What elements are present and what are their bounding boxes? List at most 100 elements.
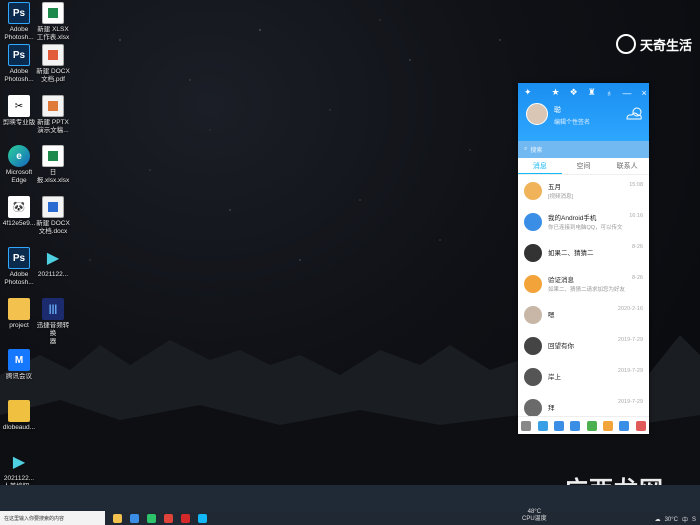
cloud-icon[interactable] bbox=[619, 420, 630, 431]
qq-taskbar-icon[interactable] bbox=[198, 513, 207, 523]
qq-main-panel: ✦ ★ ❖ ♜ ♁ — × 聪 编辑个性签名 ⌕ 搜索 消息 空间 联系人 五月 [视… bbox=[518, 83, 649, 434]
apps-icon[interactable] bbox=[635, 420, 646, 431]
close-button[interactable]: × bbox=[642, 88, 647, 98]
people-icon[interactable] bbox=[537, 420, 548, 431]
skin-icon[interactable]: ❖ bbox=[570, 87, 578, 98]
ppt-icon bbox=[42, 95, 64, 117]
chat-preview: [视频消息] bbox=[548, 194, 574, 200]
desktop-icon[interactable]: 新建 PPTX 演示文稿... bbox=[36, 95, 70, 135]
list-item[interactable]: 我的Android手机 你已连接到电脑QQ，可以传文件 16:16 bbox=[518, 206, 649, 237]
wps-icon[interactable] bbox=[181, 513, 190, 523]
desktop-icon-label: dlobeaud... bbox=[2, 424, 36, 431]
avatar bbox=[524, 181, 542, 200]
tab-space[interactable]: 空间 bbox=[562, 158, 606, 174]
game-icon[interactable] bbox=[586, 420, 597, 431]
desktop-icon[interactable]: project bbox=[2, 298, 36, 330]
avatar[interactable] bbox=[526, 103, 548, 125]
globe-icon[interactable]: ♁ bbox=[606, 88, 613, 98]
weather-text: CPU温度 bbox=[522, 516, 547, 522]
tab-contacts[interactable]: 联系人 bbox=[605, 158, 649, 174]
taskbar-search-input[interactable]: 在这里输入你要搜索的内容 bbox=[0, 511, 105, 525]
list-item[interactable]: 五月 [视频消息] 15:08 bbox=[518, 175, 649, 206]
desktop-icon[interactable]: Ps Adobe Photosh... bbox=[2, 247, 36, 287]
list-item[interactable]: 验证消息 如果二、猜猜二请求加您为好友 8-26 bbox=[518, 268, 649, 299]
desktop-icon[interactable]: 新建 XLSX 工作表.xlsx bbox=[36, 2, 70, 42]
ps-icon: Ps bbox=[8, 2, 30, 24]
chat-time: 8-26 bbox=[631, 275, 643, 281]
desktop-icon-label: 4f12e5e9... bbox=[2, 220, 36, 227]
weather-cloud-icon[interactable] bbox=[625, 107, 643, 121]
desktop-icon-label: 迅捷音频转换 器 bbox=[36, 322, 70, 345]
avatar bbox=[524, 243, 542, 262]
avatar bbox=[524, 274, 542, 293]
taskbar: 在这里输入你要搜索的内容 48°C CPU温度 ☁ 30°C 中 S bbox=[0, 485, 700, 525]
desktop-icon[interactable]: 新建 DOCX 文档.pdf bbox=[36, 44, 70, 84]
menu-icon[interactable] bbox=[521, 420, 532, 431]
profile-signature[interactable]: 编辑个性签名 bbox=[554, 117, 590, 126]
friend-icon[interactable] bbox=[570, 420, 581, 431]
desktop-icon[interactable]: M 腾讯会议 bbox=[2, 349, 36, 381]
desktop-icon[interactable]: Ps Adobe Photosh... bbox=[2, 44, 36, 84]
desktop-icon[interactable]: ||| 迅捷音频转换 器 bbox=[36, 298, 70, 346]
bag-icon[interactable]: ♜ bbox=[588, 87, 596, 98]
avatar bbox=[524, 336, 542, 355]
desktop-icon-label: Adobe Photosh... bbox=[4, 271, 34, 286]
audio-icon: ||| bbox=[42, 298, 64, 320]
chat-name: 我的Android手机 bbox=[548, 215, 597, 222]
chat-list: 五月 [视频消息] 15:08 我的Android手机 你已连接到电脑QQ，可以传文件 1… bbox=[518, 175, 649, 416]
desktop-icon[interactable]: 日报.xlsx.xlsx bbox=[36, 145, 70, 185]
wechat-icon[interactable] bbox=[147, 513, 156, 523]
file-icon[interactable] bbox=[553, 420, 564, 431]
desktop-icon[interactable]: 🐼 4f12e5e9... bbox=[2, 196, 36, 228]
pdf-icon bbox=[42, 44, 64, 66]
chat-name: 岸上 bbox=[548, 374, 561, 381]
desktop-icon[interactable]: ✂ 剪映专业版 bbox=[2, 95, 36, 127]
search-icon: ⌕ bbox=[524, 146, 528, 152]
star-icon[interactable]: ★ bbox=[552, 87, 560, 98]
taskbar-apps bbox=[113, 513, 207, 523]
tab-messages[interactable]: 消息 bbox=[518, 158, 562, 174]
chat-time: 2019-7-29 bbox=[617, 337, 643, 343]
list-item[interactable]: 岸上 2019-7-29 bbox=[518, 361, 649, 392]
qq-logo-icon: ✦ bbox=[524, 87, 532, 97]
desktop-icon[interactable]: Ps Adobe Photosh... bbox=[2, 2, 36, 42]
profile-name: 聪 bbox=[554, 107, 561, 114]
desktop-icon-label: Adobe Photosh... bbox=[4, 26, 34, 41]
browser-icon[interactable] bbox=[130, 513, 139, 523]
minimize-button[interactable]: — bbox=[623, 88, 632, 98]
desktop-icon[interactable]: dlobeaud... bbox=[2, 400, 36, 432]
desktop-icon[interactable]: 新建 DOCX 文档.docx bbox=[36, 196, 70, 236]
zip-icon bbox=[8, 400, 30, 422]
list-item[interactable]: 回望有你 2019-7-29 bbox=[518, 330, 649, 361]
watermark-logo-icon bbox=[615, 34, 636, 54]
chat-time: 15:08 bbox=[629, 182, 643, 188]
list-item[interactable]: 如果二、猜猜二 8-26 bbox=[518, 237, 649, 268]
folder-icon bbox=[8, 298, 30, 320]
weather-temp: 48°C bbox=[527, 509, 542, 515]
watermark-top: 天奇生活 bbox=[615, 34, 692, 54]
desktop-icon[interactable]: ▶ 2021122... bbox=[36, 247, 70, 279]
desktop-icon[interactable]: e Microsoft Edge bbox=[2, 145, 36, 185]
list-item[interactable]: 拜 2019-7-29 bbox=[518, 392, 649, 416]
file-explorer-icon[interactable] bbox=[113, 513, 122, 523]
desktop-icon-label: project bbox=[9, 322, 29, 329]
watermark-top-text: 天奇生活 bbox=[639, 37, 692, 53]
desktop-icon-label: 新建 DOCX 文档.docx bbox=[36, 220, 70, 235]
taskbar-weather[interactable]: 48°C CPU温度 bbox=[522, 509, 547, 523]
chat-time: 2020-2-16 bbox=[617, 306, 643, 312]
list-item[interactable]: 嗯 2020-2-16 bbox=[518, 299, 649, 330]
tray-s-icon[interactable]: S bbox=[692, 517, 696, 523]
desktop-icon-label: Adobe Photosh... bbox=[4, 68, 34, 83]
avatar bbox=[524, 212, 542, 231]
store-icon[interactable] bbox=[603, 420, 614, 431]
chrome-icon[interactable] bbox=[164, 513, 173, 523]
chat-name: 回望有你 bbox=[548, 343, 574, 350]
desktop-icon-label: 新建 DOCX 文档.pdf bbox=[36, 68, 70, 83]
chat-name: 嗯 bbox=[548, 312, 555, 319]
avatar bbox=[524, 398, 542, 416]
tray-ime[interactable]: 中 bbox=[682, 515, 688, 524]
tray-temp: 30°C bbox=[664, 516, 678, 523]
tray-cloud-icon[interactable]: ☁ bbox=[655, 516, 661, 523]
qq-search-input[interactable]: ⌕ 搜索 bbox=[518, 141, 649, 158]
chat-time: 2019-7-29 bbox=[617, 399, 643, 405]
